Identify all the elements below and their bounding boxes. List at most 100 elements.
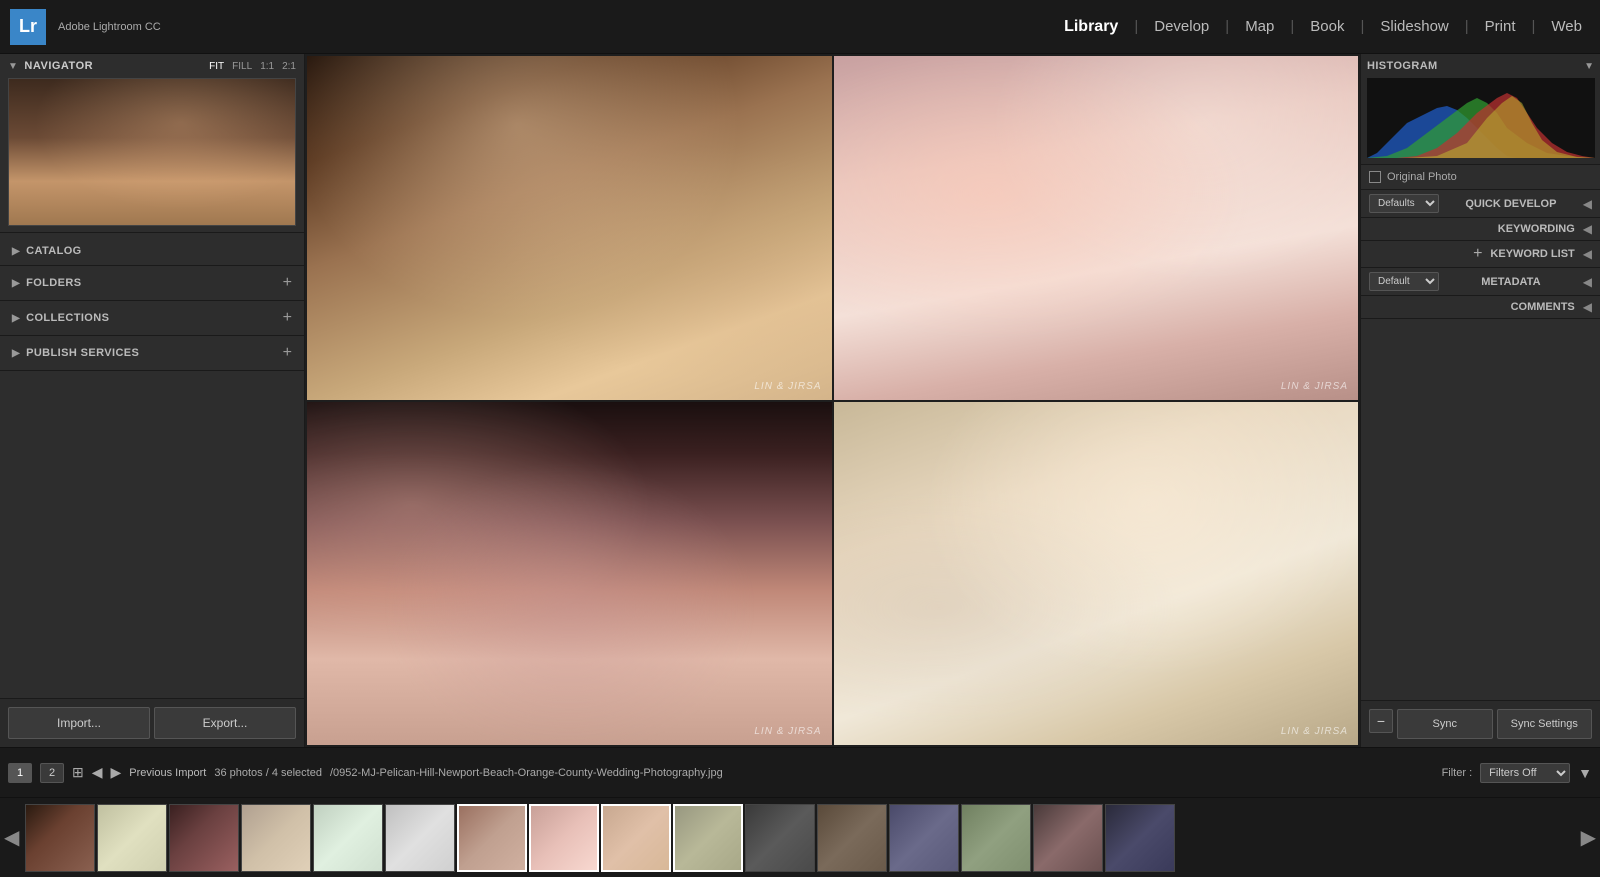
filter-label: Filter : [1442, 767, 1473, 779]
publish-services-header-left: ▶ Publish Services [12, 347, 139, 359]
photo-cell-3[interactable]: LIN & JIRSA [307, 402, 832, 746]
histogram-title: Histogram [1367, 60, 1438, 72]
histogram-canvas [1367, 78, 1595, 158]
nav-zoom: FIT FILL 1:1 2:1 [209, 61, 296, 72]
quick-develop-collapse-icon[interactable]: ◀ [1583, 197, 1592, 211]
thumbnail-strip: ◀ ▶ [0, 797, 1600, 877]
sync-settings-button[interactable]: Sync Settings [1497, 709, 1593, 739]
zoom-fit[interactable]: FIT [209, 61, 224, 72]
strip-thumb-9[interactable] [601, 804, 671, 872]
watermark-3: LIN & JIRSA [754, 726, 821, 737]
catalog-header-left: ▶ Catalog [12, 245, 82, 257]
catalog-header[interactable]: ▶ Catalog [0, 237, 304, 265]
photo-cell-4[interactable]: LIN & JIRSA [834, 402, 1359, 746]
keywording-label: Keywording [1498, 223, 1575, 235]
strip-thumb-12[interactable] [817, 804, 887, 872]
page-2-button[interactable]: 2 [40, 763, 64, 783]
defaults-dropdown[interactable]: Defaults [1369, 194, 1439, 213]
strip-thumb-13[interactable] [889, 804, 959, 872]
sync-button[interactable]: Sync [1397, 709, 1493, 739]
publish-services-header-right: + [283, 344, 292, 362]
nav-develop[interactable]: Develop [1146, 14, 1217, 39]
topbar: Lr Adobe Lightroom CC Library | Develop … [0, 0, 1600, 54]
keywording-collapse-icon[interactable]: ◀ [1583, 222, 1592, 236]
original-photo-checkbox[interactable] [1369, 171, 1381, 183]
navigator-toggle-icon[interactable]: ▼ [8, 61, 18, 72]
keyword-list-add-icon[interactable]: + [1473, 245, 1482, 263]
metadata-row: Default Metadata ◀ [1361, 268, 1600, 296]
strip-thumb-16[interactable] [1105, 804, 1175, 872]
strip-left-arrow[interactable]: ◀ [0, 825, 23, 850]
lr-logo: Lr [10, 9, 46, 45]
grid-view-icon[interactable]: ⊞ [72, 764, 84, 781]
collections-header-left: ▶ Collections [12, 312, 109, 324]
watermark-1: LIN & JIRSA [754, 381, 821, 392]
page-1-button[interactable]: 1 [8, 763, 32, 783]
original-photo-row: Original Photo [1361, 165, 1600, 190]
filter-expand-icon[interactable]: ▼ [1578, 765, 1592, 781]
metadata-dropdown[interactable]: Default [1369, 272, 1439, 291]
original-photo-label: Original Photo [1387, 171, 1457, 183]
folders-header[interactable]: ▶ Folders + [0, 266, 304, 300]
left-panel: ▼ Navigator FIT FILL 1:1 2:1 ▶ [0, 54, 305, 747]
catalog-section: ▶ Catalog [0, 237, 304, 266]
publish-services-header[interactable]: ▶ Publish Services + [0, 336, 304, 370]
strip-thumb-14[interactable] [961, 804, 1031, 872]
folders-add-button[interactable]: + [283, 274, 292, 292]
publish-services-add-button[interactable]: + [283, 344, 292, 362]
strip-thumb-11[interactable] [745, 804, 815, 872]
nav-map[interactable]: Map [1237, 14, 1282, 39]
filename-label: /0952-MJ-Pelican-Hill-Newport-Beach-Oran… [330, 767, 723, 779]
comments-label: Comments [1511, 301, 1575, 313]
navigator-preview[interactable] [8, 78, 296, 226]
strip-thumb-5[interactable] [313, 804, 383, 872]
folders-toggle-icon: ▶ [12, 278, 20, 289]
strip-thumb-2[interactable] [97, 804, 167, 872]
strip-thumb-7[interactable] [457, 804, 527, 872]
sync-minus-button[interactable]: − [1369, 709, 1393, 733]
export-button[interactable]: Export... [154, 707, 296, 739]
nav-print[interactable]: Print [1477, 14, 1524, 39]
collections-header[interactable]: ▶ Collections + [0, 301, 304, 335]
import-button[interactable]: Import... [8, 707, 150, 739]
keyword-list-row: + Keyword List ◀ [1361, 241, 1600, 268]
strip-thumb-4[interactable] [241, 804, 311, 872]
nav-slideshow[interactable]: Slideshow [1372, 14, 1456, 39]
histogram-section: Histogram ▼ [1361, 54, 1600, 165]
photo-cell-1[interactable]: LIN & JIRSA [307, 56, 832, 400]
metadata-collapse-icon[interactable]: ◀ [1583, 275, 1592, 289]
zoom-fill[interactable]: FILL [232, 61, 252, 72]
keyword-list-collapse-icon[interactable]: ◀ [1583, 247, 1592, 261]
photo-cell-2[interactable]: LIN & JIRSA [834, 56, 1359, 400]
strip-thumb-3[interactable] [169, 804, 239, 872]
strip-thumbnails [25, 804, 1574, 872]
zoom-2-1[interactable]: 2:1 [282, 61, 296, 72]
keywording-row: Keywording ◀ [1361, 218, 1600, 241]
strip-thumb-8[interactable] [529, 804, 599, 872]
comments-row: Comments ◀ [1361, 296, 1600, 319]
collections-add-button[interactable]: + [283, 309, 292, 327]
histogram-toggle-icon[interactable]: ▼ [1584, 61, 1594, 72]
comments-collapse-icon[interactable]: ◀ [1583, 300, 1592, 314]
prev-arrow[interactable]: ◀ [92, 764, 103, 781]
strip-thumb-6[interactable] [385, 804, 455, 872]
nav-library[interactable]: Library [1056, 14, 1126, 40]
folders-label: Folders [26, 277, 81, 289]
strip-right-arrow[interactable]: ▶ [1577, 825, 1600, 850]
main-layout: ▼ Navigator FIT FILL 1:1 2:1 ▶ [0, 54, 1600, 747]
navigator-label: Navigator [24, 60, 93, 72]
filter-dropdown[interactable]: Filters Off [1480, 763, 1570, 783]
navigator-header: ▼ Navigator FIT FILL 1:1 2:1 [8, 60, 296, 72]
nav-book[interactable]: Book [1302, 14, 1352, 39]
right-panel-buttons: − Sync Sync Settings [1361, 700, 1600, 747]
nav-web[interactable]: Web [1543, 14, 1590, 39]
strip-thumb-1[interactable] [25, 804, 95, 872]
previous-import-label: Previous Import [129, 767, 206, 779]
strip-thumb-10[interactable] [673, 804, 743, 872]
watermark-2: LIN & JIRSA [1281, 381, 1348, 392]
publish-services-label: Publish Services [26, 347, 139, 359]
strip-thumb-15[interactable] [1033, 804, 1103, 872]
next-arrow[interactable]: ▶ [111, 764, 122, 781]
collections-section: ▶ Collections + [0, 301, 304, 336]
zoom-1-1[interactable]: 1:1 [260, 61, 274, 72]
